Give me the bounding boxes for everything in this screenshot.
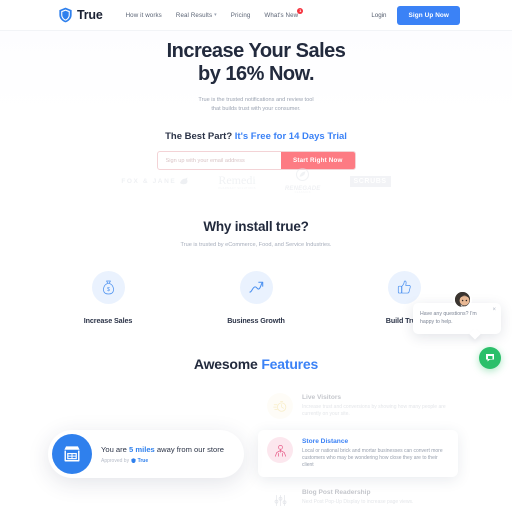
nav-links: How it works Real Results ▾ Pricing What… [126,7,304,19]
feature-text: Blog Post Readership Next Post Pop-Up Di… [302,488,413,506]
feature-title: Store Distance [302,438,349,445]
hero-sub-line2: that builds trust with your consumer. [211,106,301,112]
nav-item-how-it-works[interactable]: How it works [126,12,162,19]
best-part-label: The Best Part? [165,131,233,142]
start-right-now-button[interactable]: Start Right Now [281,152,355,169]
nav-item-pricing[interactable]: Pricing [231,12,251,19]
shield-icon [58,7,73,23]
hero-subtitle: True is the trusted notifications and re… [0,96,512,114]
feature-card-live-visitors[interactable]: Live Visitors Increase trust and convers… [258,386,458,426]
benefit-increase-sales: $ Increase Sales [62,271,154,325]
nav-actions: Login Sign Up Now [371,5,460,25]
renegade-mark-icon [296,167,310,182]
notification-approved-by: Approved by True [101,458,224,464]
feature-description: Local or national brick and mortar busin… [302,448,443,469]
hero-title-line1: Increase Your Sales [166,40,346,62]
landing-page: True How it works Real Results ▾ Pricing… [0,0,512,512]
email-input[interactable] [157,152,282,169]
blog-readership-icon [267,488,293,512]
feature-title: Live Visitors [302,394,342,401]
feature-cards-list: Live Visitors Increase trust and convers… [258,386,458,512]
approved-brand: True [131,458,148,464]
feature-card-store-distance[interactable]: Store Distance Local or national brick a… [258,430,458,477]
thumbs-up-icon [387,271,421,304]
nav-item-real-results[interactable]: Real Results ▾ [176,12,217,19]
logo-fox-and-jane: FOX & JANE [121,177,189,185]
chat-bubble-tail [469,328,481,340]
feature-description: Increase trust and conversions by showin… [302,404,446,418]
nav-item-whats-new[interactable]: What's New 1 [264,7,304,19]
sign-up-button[interactable]: Sign Up Now [397,5,460,25]
live-visitors-icon [267,393,293,419]
notification-text-post: away from our store [154,444,224,454]
hero-title-line2: by 16% Now. [197,63,315,85]
notification-body: You are 5 miles away from our store Appr… [101,445,224,464]
page-title: Increase Your Sales by 16% Now. [0,40,512,86]
store-front-icon [52,434,92,474]
svg-text:$: $ [107,287,110,293]
avatar [453,290,472,309]
login-link[interactable]: Login [371,12,386,19]
chat-bubble-icon [486,354,494,362]
awesome-features-section: Awesome Features [0,356,512,372]
hero-sub-line1: True is the trusted notifications and re… [198,97,314,103]
brand-logo[interactable]: True [58,7,103,23]
free-trial-highlight: It's Free for 14 Days Trial [234,131,347,142]
benefit-label: Business Growth [227,316,285,325]
notification-text: You are 5 miles away from our store [101,445,224,455]
notification-badge: 1 [297,7,304,14]
logo-label: FOX & JANE [121,177,177,185]
trending-up-icon [239,271,273,304]
benefit-business-growth: Business Growth [210,271,302,325]
feature-text: Live Visitors Increase trust and convers… [302,393,449,418]
store-distance-notification: You are 5 miles away from our store Appr… [48,430,244,478]
nav-item-label: What's New [264,11,299,19]
best-part-text: The Best Part? It's Free for 14 Days Tri… [0,131,512,142]
feature-title: Blog Post Readership [302,488,371,496]
store-distance-icon [267,437,293,463]
why-install-section: Why install true? True is trusted by eCo… [0,219,512,248]
notification-text-pre: You are [101,444,130,454]
nav-item-label: How it works [125,11,162,19]
feature-card-blog-post-readership[interactable]: Blog Post Readership Next Post Pop-Up Di… [258,481,458,512]
logo-scrubs: SCRUBS [349,175,391,187]
top-navigation-bar: True How it works Real Results ▾ Pricing… [0,0,512,31]
client-logos: FOX & JANE Remedi PHARMACY SOLUTIONS REN… [0,167,512,194]
hero-section: Increase Your Sales by 16% Now. True is … [0,31,512,170]
logo-renegade: RENEGADE CLASSICS [285,167,321,194]
brand-name: True [77,8,103,22]
feature-description: Next Post Pop-Up Display to increase pag… [302,498,414,505]
why-install-title: Why install true? [203,219,309,234]
fox-icon [180,177,188,185]
approved-brand-label: True [137,457,149,464]
benefit-label: Increase Sales [83,316,133,325]
notification-distance: 5 miles [129,444,155,454]
awesome-title-plain: Awesome [193,356,258,372]
close-icon[interactable]: × [492,307,496,313]
approved-label: Approved by [101,457,130,464]
feature-text: Store Distance Local or national brick a… [302,437,449,470]
why-install-subtitle: True is trusted by eCommerce, Food, and … [180,242,332,248]
logo-label: Remedi [218,172,256,187]
money-bag-icon: $ [91,271,125,304]
awesome-title-highlight: Features [261,356,319,372]
chevron-down-icon: ▾ [214,11,217,18]
nav-item-label: Real Results [175,11,213,19]
logo-sublabel: PHARMACY SOLUTIONS [218,186,256,190]
chat-launcher-button[interactable] [479,347,501,369]
shield-icon [131,458,136,463]
nav-item-label: Pricing [230,11,251,19]
logo-remedi: Remedi PHARMACY SOLUTIONS [218,173,256,190]
logo-label: SCRUBS [349,175,391,187]
awesome-features-title: Awesome Features [0,356,512,372]
chat-message: Have any questions? I'm happy to help. [420,311,477,325]
